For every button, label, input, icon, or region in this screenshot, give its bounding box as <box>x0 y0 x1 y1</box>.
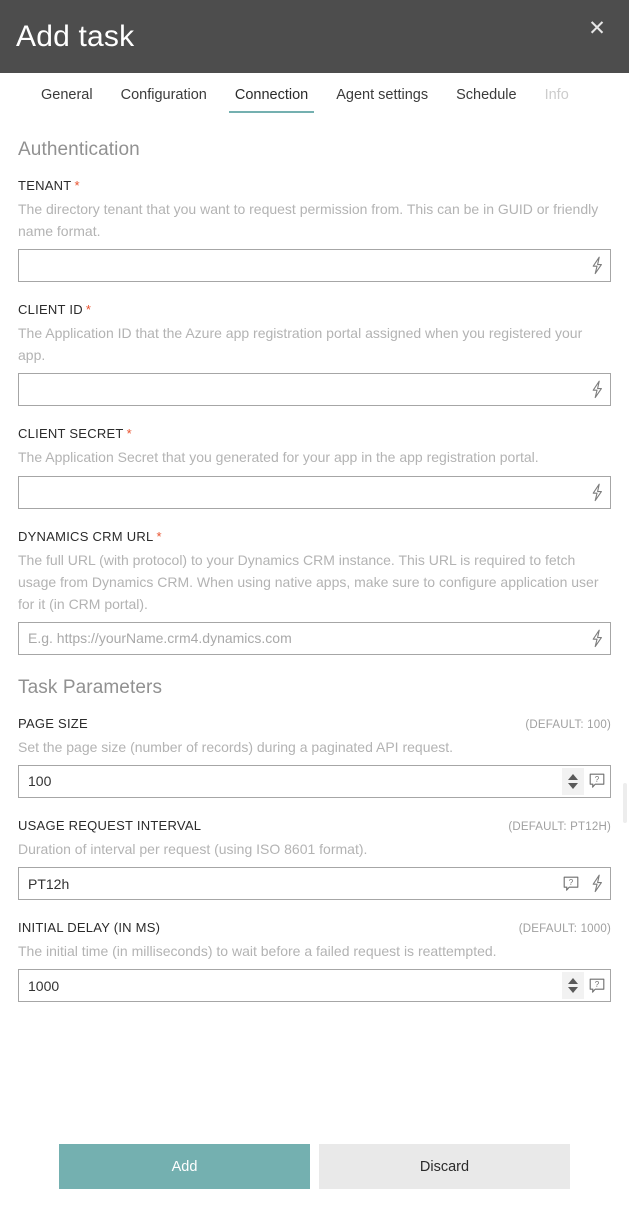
svg-text:?: ? <box>595 775 600 784</box>
default-value-hint: (DEFAULT: 1000) <box>518 923 611 936</box>
field-label-row: TENANT * <box>18 177 611 195</box>
field-label-group: DYNAMICS CRM URL * <box>18 528 162 546</box>
tab-info: Info <box>544 87 569 103</box>
text-input[interactable] <box>19 374 584 406</box>
field-description: The full URL (with protocol) to your Dyn… <box>18 551 599 612</box>
field-label: USAGE REQUEST INTERVAL <box>18 817 202 833</box>
field-label-row: INITIAL DELAY (IN MS) (DEFAULT: 1000) <box>18 919 611 937</box>
field-label-group: PAGE SIZE <box>18 715 88 733</box>
close-icon[interactable]: ✕ <box>575 8 619 48</box>
required-asterisk: * <box>85 302 91 318</box>
lightning-icon[interactable] <box>584 623 610 654</box>
tab-agent-settings[interactable]: Agent settings <box>322 87 442 113</box>
field-label-group: CLIENT ID * <box>18 301 91 319</box>
svg-text:?: ? <box>569 877 574 886</box>
number-stepper[interactable] <box>562 767 584 795</box>
field-label-row: DYNAMICS CRM URL * <box>18 528 611 546</box>
field-description: Set the page size (number of records) du… <box>18 738 454 755</box>
section-title: Authentication <box>18 139 140 160</box>
form-field: CLIENT ID * The Application ID that the Az… <box>18 301 611 407</box>
number-stepper[interactable] <box>562 972 584 1000</box>
help-icon[interactable]: ? <box>558 868 584 899</box>
svg-text:?: ? <box>595 980 600 989</box>
field-label-row: PAGE SIZE (DEFAULT: 100) <box>18 715 611 733</box>
field-description: Duration of interval per request (using … <box>18 840 368 857</box>
input-container: ? <box>18 764 611 798</box>
form-field: USAGE REQUEST INTERVAL (DEFAULT: PT12H) Du… <box>18 817 611 901</box>
input-container: ? <box>18 969 611 1003</box>
required-asterisk: * <box>156 528 162 544</box>
add-task-dialog: Add task ✕ General Configuration Connectio… <box>0 0 629 1208</box>
lightning-icon[interactable] <box>584 374 610 405</box>
lightning-icon[interactable] <box>584 250 610 281</box>
form-field: CLIENT SECRET * The Application Secret tha… <box>18 425 611 509</box>
text-input[interactable] <box>19 970 562 1002</box>
required-asterisk: * <box>126 426 132 442</box>
field-label-group: USAGE REQUEST INTERVAL <box>18 817 201 835</box>
field-label-group: CLIENT SECRET * <box>18 425 132 443</box>
field-label-group: TENANT * <box>18 177 80 195</box>
tab-configuration[interactable]: Configuration <box>107 87 221 113</box>
field-label-row: CLIENT SECRET * <box>18 425 611 443</box>
default-value-hint: (DEFAULT: 100) <box>525 718 611 731</box>
input-container: ? <box>18 867 611 901</box>
form-field: INITIAL DELAY (IN MS) (DEFAULT: 1000) The … <box>18 919 611 1003</box>
lightning-icon[interactable] <box>584 868 610 899</box>
tab-connection[interactable]: Connection <box>221 87 322 114</box>
stepper-down-icon[interactable] <box>568 987 578 994</box>
stepper-down-icon[interactable] <box>568 782 578 789</box>
section-title: Task Parameters <box>18 676 163 698</box>
page-title: Add task <box>16 19 135 53</box>
dialog-header: Add task ✕ <box>0 0 629 73</box>
field-label: INITIAL DELAY (IN MS) <box>18 920 161 936</box>
input-container <box>18 249 611 283</box>
text-input[interactable] <box>19 622 584 654</box>
tab-schedule[interactable]: Schedule <box>442 87 530 113</box>
form-field: TENANT * The directory tenant that you wan… <box>18 177 611 283</box>
scrollbar[interactable] <box>623 783 627 823</box>
stepper-up-icon[interactable] <box>568 773 578 780</box>
tab-general[interactable]: General <box>27 87 107 113</box>
field-label: DYNAMICS CRM URL <box>18 528 154 544</box>
help-icon[interactable]: ? <box>584 970 610 1001</box>
text-input[interactable] <box>19 476 584 508</box>
input-container <box>18 475 611 509</box>
input-container <box>18 373 611 407</box>
tab-bar: General Configuration Connection Agent sett… <box>0 73 629 123</box>
add-button[interactable]: Add <box>59 1144 310 1189</box>
text-input[interactable] <box>19 868 558 900</box>
field-label-row: CLIENT ID * <box>18 301 611 319</box>
field-label: CLIENT ID <box>18 302 83 318</box>
field-label: CLIENT SECRET <box>18 426 124 442</box>
field-label-row: USAGE REQUEST INTERVAL (DEFAULT: PT12H) <box>18 817 611 835</box>
form-field: PAGE SIZE (DEFAULT: 100) Set the page size… <box>18 715 611 798</box>
lightning-icon[interactable] <box>584 477 610 508</box>
dialog-footer: Add Discard <box>0 1125 629 1208</box>
field-description: The Application Secret that you generate… <box>18 449 539 466</box>
required-asterisk: * <box>74 178 80 193</box>
default-value-hint: (DEFAULT: PT12H) <box>508 820 611 833</box>
field-description: The directory tenant that you want to re… <box>18 201 599 240</box>
discard-button[interactable]: Discard <box>319 1144 570 1189</box>
field-label-group: INITIAL DELAY (IN MS) <box>18 919 160 937</box>
field-description: The Application ID that the Azure app re… <box>18 325 583 364</box>
text-input[interactable] <box>19 765 562 797</box>
stepper-up-icon[interactable] <box>568 978 578 985</box>
help-icon[interactable]: ? <box>584 766 610 797</box>
text-input[interactable] <box>19 250 584 282</box>
field-label: TENANT <box>18 178 72 193</box>
dialog-body: Authentication TENANT * The directory tenan… <box>0 123 629 1125</box>
input-container <box>18 621 611 655</box>
field-description: The initial time (in milliseconds) to wa… <box>18 943 497 960</box>
field-label: PAGE SIZE <box>18 715 88 731</box>
form-field: DYNAMICS CRM URL * The full URL (with prot… <box>18 528 611 655</box>
